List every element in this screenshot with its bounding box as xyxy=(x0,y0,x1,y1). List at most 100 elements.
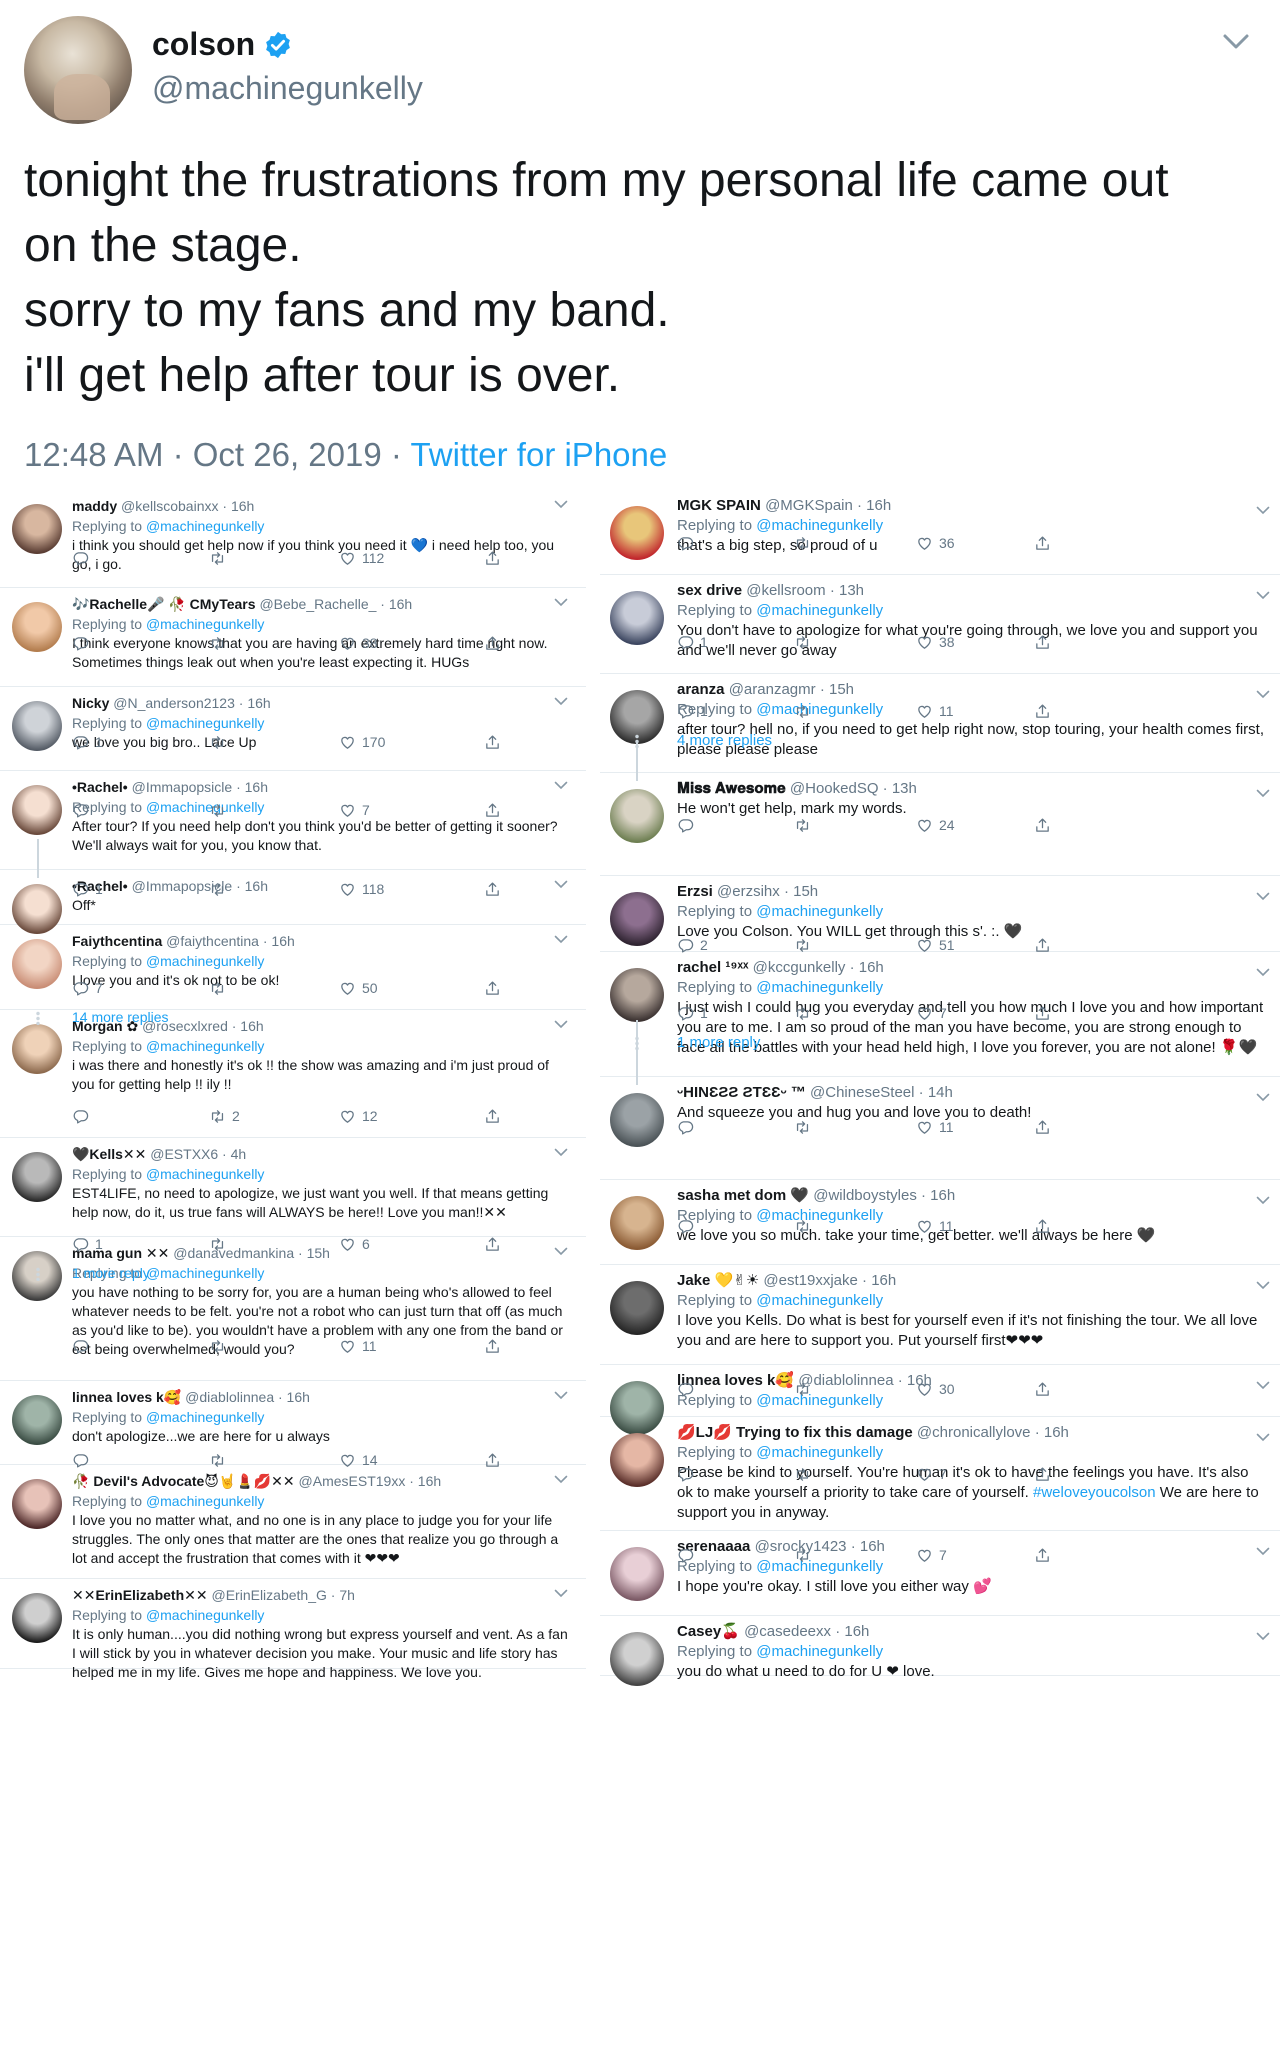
like-button[interactable]: 24 xyxy=(916,814,955,836)
reply-button[interactable] xyxy=(677,814,700,836)
reply-button[interactable] xyxy=(677,1116,700,1138)
retweet-button[interactable] xyxy=(794,1544,817,1566)
show-more-replies-link[interactable]: 14 more replies xyxy=(72,1009,169,1025)
reply-button[interactable] xyxy=(72,1105,95,1127)
share-button[interactable] xyxy=(484,878,501,900)
reply-button[interactable]: 1 xyxy=(677,700,708,722)
avatar[interactable] xyxy=(610,1093,664,1147)
reply-button[interactable]: 7 xyxy=(72,977,103,999)
retweet-button[interactable]: 2 xyxy=(209,1105,240,1127)
reply-timestamp[interactable]: · 16h xyxy=(857,497,891,514)
reply-timestamp[interactable]: · 4h xyxy=(222,1146,246,1162)
reply-tweet[interactable]: 🥀 Devil's Advocate😈🤘💄💋✕✕ @AmesEST19xx · … xyxy=(0,1465,586,1579)
replying-to-link[interactable]: @machinegunkelly xyxy=(146,1409,265,1425)
reply-button[interactable] xyxy=(677,1215,700,1237)
retweet-button[interactable] xyxy=(794,1002,817,1024)
share-button[interactable] xyxy=(1034,532,1051,554)
avatar[interactable] xyxy=(12,701,62,751)
retweet-button[interactable] xyxy=(209,1233,232,1255)
replying-to-link[interactable]: @machinegunkelly xyxy=(756,979,883,996)
retweet-button[interactable] xyxy=(209,547,232,569)
avatar[interactable] xyxy=(610,968,664,1022)
share-button[interactable] xyxy=(1034,1002,1051,1024)
like-button[interactable]: 11 xyxy=(916,1116,954,1138)
reply-author-handle[interactable]: @MGKSpain xyxy=(765,497,853,514)
chevron-down-icon[interactable] xyxy=(1256,1093,1270,1102)
retweet-button[interactable] xyxy=(209,799,232,821)
reply-button[interactable]: 1 xyxy=(72,1233,103,1255)
reply-author-name[interactable]: Casey🍒 xyxy=(677,1623,740,1640)
avatar[interactable] xyxy=(610,1547,664,1601)
chevron-down-icon[interactable] xyxy=(554,1391,568,1400)
retweet-button[interactable] xyxy=(794,1463,817,1485)
reply-author-handle[interactable]: @ChineseSteel xyxy=(810,1084,914,1101)
like-button[interactable]: 11 xyxy=(339,1335,377,1357)
reply-tweet[interactable]: Jake 💛✌☀ @est19xxjake · 16h Replying to @… xyxy=(600,1265,1280,1365)
reply-author-handle[interactable]: @N_anderson2123 xyxy=(113,695,235,711)
author-handle[interactable]: @machinegunkelly xyxy=(152,70,423,107)
chevron-down-icon[interactable] xyxy=(1256,789,1270,798)
replying-to-link[interactable]: @machinegunkelly xyxy=(146,616,265,632)
share-button[interactable] xyxy=(484,977,501,999)
like-button[interactable]: 12 xyxy=(339,1105,378,1127)
chevron-down-icon[interactable] xyxy=(1256,591,1270,600)
tweet-source-link[interactable]: Twitter for iPhone xyxy=(410,436,667,473)
reply-timestamp[interactable]: · 16h xyxy=(921,1187,955,1204)
reply-timestamp[interactable]: · 15h xyxy=(820,681,854,698)
avatar[interactable] xyxy=(12,785,62,835)
replying-to-link[interactable]: @machinegunkelly xyxy=(146,518,265,534)
reply-author-name[interactable]: maddy xyxy=(72,498,117,514)
reply-author-handle[interactable]: @kellscobainxx xyxy=(121,498,218,514)
reply-author-name[interactable]: Jake 💛✌☀ xyxy=(677,1272,759,1289)
replying-to-link[interactable]: @machinegunkelly xyxy=(756,1292,883,1309)
avatar[interactable] xyxy=(12,504,62,554)
reply-author-handle[interactable]: @diablolinnea xyxy=(185,1389,274,1405)
tweet-timestamp[interactable]: 12:48 AM · Oct 26, 2019 · xyxy=(24,436,410,473)
share-button[interactable] xyxy=(484,632,501,654)
reply-author-handle[interactable]: @Immapopsicle xyxy=(132,779,233,795)
like-button[interactable]: 30 xyxy=(916,1378,955,1400)
retweet-button[interactable] xyxy=(794,1116,817,1138)
reply-button[interactable]: 1 xyxy=(72,731,103,753)
chevron-down-icon[interactable] xyxy=(554,935,568,944)
reply-timestamp[interactable]: · 13h xyxy=(830,582,864,599)
retweet-button[interactable] xyxy=(794,1378,817,1400)
reply-author-name[interactable]: linnea loves k🥰 xyxy=(72,1389,181,1405)
reply-author-name[interactable]: 🥀 Devil's Advocate😈🤘💄💋✕✕ xyxy=(72,1473,295,1489)
avatar[interactable] xyxy=(12,602,62,652)
reply-author-handle[interactable]: @kccgunkelly xyxy=(753,959,846,976)
avatar[interactable] xyxy=(610,1433,664,1487)
share-button[interactable] xyxy=(1034,631,1051,653)
reply-author-handle[interactable]: @Bebe_Rachelle_ xyxy=(259,596,376,612)
retweet-button[interactable] xyxy=(794,532,817,554)
reply-timestamp[interactable]: · 16h xyxy=(850,959,884,976)
reply-author-name[interactable]: MGK SPAIN xyxy=(677,497,761,514)
avatar[interactable] xyxy=(12,939,62,989)
reply-tweet[interactable]: mama gun ✕✕ @danavedmankina · 15h Replyin… xyxy=(0,1237,586,1381)
retweet-button[interactable] xyxy=(209,878,232,900)
reply-button[interactable] xyxy=(72,799,95,821)
reply-author-name[interactable]: ✕✕ErinElizabeth✕✕ xyxy=(72,1587,208,1603)
reply-author-name[interactable]: sex drive xyxy=(677,582,742,599)
share-button[interactable] xyxy=(1034,1544,1051,1566)
retweet-button[interactable] xyxy=(209,731,232,753)
reply-author-handle[interactable]: @est19xxjake xyxy=(763,1272,857,1289)
reply-button[interactable] xyxy=(72,1335,95,1357)
replying-to-link[interactable]: @machinegunkelly xyxy=(756,1643,883,1660)
chevron-down-icon[interactable] xyxy=(1256,1433,1270,1442)
replying-to-link[interactable]: @machinegunkelly xyxy=(756,903,883,920)
reply-button[interactable] xyxy=(72,1449,95,1471)
chevron-down-icon[interactable] xyxy=(554,500,568,509)
like-button[interactable]: 50 xyxy=(339,977,378,999)
retweet-button[interactable] xyxy=(209,1335,232,1357)
show-more-replies-link[interactable]: 4 more replies xyxy=(677,732,772,749)
chevron-down-icon[interactable] xyxy=(554,1589,568,1598)
reply-author-name[interactable]: rachel ¹⁹ˣˣ xyxy=(677,959,748,976)
reply-timestamp[interactable]: · 16h xyxy=(239,695,271,711)
reply-button[interactable]: 1 xyxy=(677,631,708,653)
reply-author-handle[interactable]: @wildboystyles xyxy=(813,1187,917,1204)
reply-author-name[interactable]: Faiythcentina xyxy=(72,933,162,949)
avatar[interactable] xyxy=(610,892,664,946)
reply-button[interactable]: 1 xyxy=(72,878,103,900)
reply-button[interactable] xyxy=(677,1378,700,1400)
